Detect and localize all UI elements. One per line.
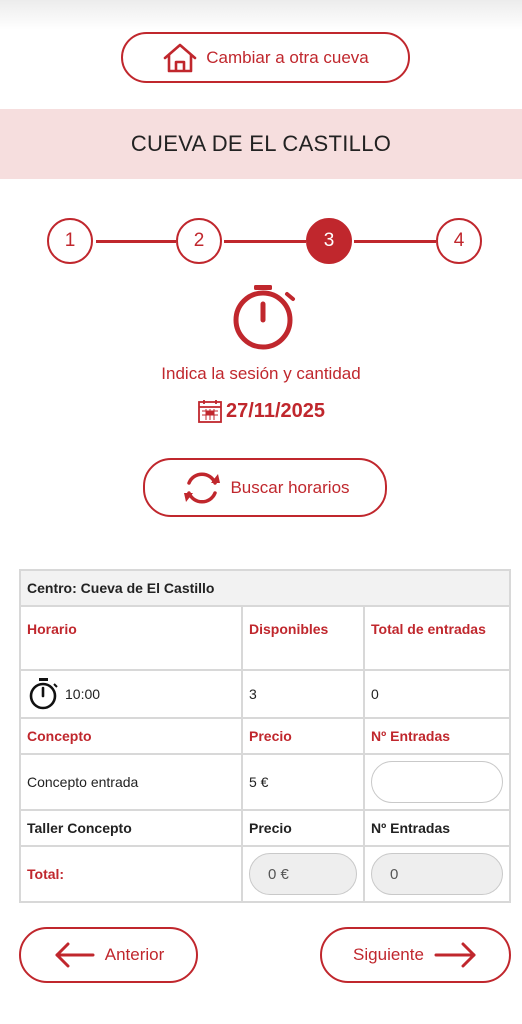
refresh-icon: [184, 472, 221, 503]
step-connector: [354, 240, 436, 243]
total-count-cell: 0: [363, 845, 511, 903]
instruction-text: Indica la sesión y cantidad: [161, 364, 361, 383]
step-connector: [224, 240, 306, 243]
search-times-label: Buscar horarios: [230, 477, 350, 497]
total-label: Total:: [19, 845, 243, 903]
workshop-col-name: Taller Concepto: [19, 809, 243, 847]
center-row: Centro: Cueva de El Castillo: [19, 569, 511, 607]
step-2: 2: [176, 218, 222, 264]
ticket-quantity-input[interactable]: [371, 761, 503, 803]
session-table: Centro: Cueva de El Castillo Horario Dis…: [19, 569, 511, 903]
concept-col-name: Concepto: [19, 717, 243, 755]
session-total: 0: [363, 669, 511, 719]
cave-title-band: CUEVA DE EL CASTILLO: [0, 109, 522, 179]
arrow-left-icon: [55, 942, 95, 968]
schedule-col-time: Horario: [19, 605, 243, 671]
step-connector: [96, 240, 176, 243]
concept-name: Concepto entrada: [19, 753, 243, 811]
selected-date[interactable]: 27/11/2025: [0, 398, 522, 424]
step-4: 4: [436, 218, 482, 264]
concept-header-row: Concepto Precio Nº Entradas: [19, 717, 511, 755]
schedule-row[interactable]: 10:00 3 0: [19, 669, 511, 719]
total-price-field: 0 €: [249, 853, 357, 895]
date-value: 27/11/2025: [226, 399, 325, 422]
concept-col-price: Precio: [241, 717, 365, 755]
next-button[interactable]: Siguiente: [320, 927, 511, 983]
workshop-col-qty: Nº Entradas: [363, 809, 511, 847]
total-price-cell: 0 €: [241, 845, 365, 903]
concept-qty-cell: [363, 753, 511, 811]
session-time-cell[interactable]: 10:00: [19, 669, 243, 719]
concept-row: Concepto entrada 5 €: [19, 753, 511, 811]
search-times-button[interactable]: Buscar horarios: [143, 458, 387, 517]
workshop-header-row: Taller Concepto Precio Nº Entradas: [19, 809, 511, 847]
change-cave-button[interactable]: Cambiar a otra cueva: [121, 32, 410, 83]
next-label: Siguiente: [353, 945, 424, 964]
change-cave-label: Cambiar a otra cueva: [206, 47, 369, 67]
total-row: Total: 0 € 0: [19, 845, 511, 903]
total-count-field: 0: [371, 853, 503, 895]
stopwatch-icon: [233, 285, 295, 350]
schedule-col-available: Disponibles: [241, 605, 365, 671]
concept-col-qty: Nº Entradas: [363, 717, 511, 755]
previous-button[interactable]: Anterior: [19, 927, 198, 983]
concept-price: 5 €: [241, 753, 365, 811]
schedule-col-total: Total de entradas: [363, 605, 511, 671]
stopwatch-icon: [29, 678, 58, 710]
step-3-current: 3: [306, 218, 352, 264]
cave-title: CUEVA DE EL CASTILLO: [130, 131, 392, 156]
calendar-icon: [198, 400, 222, 423]
session-available: 3: [241, 669, 365, 719]
previous-label: Anterior: [104, 945, 165, 964]
schedule-header-row: Horario Disponibles Total de entradas: [19, 605, 511, 671]
arrow-right-icon: [434, 942, 476, 968]
center-name: Centro: Cueva de El Castillo: [19, 569, 511, 607]
workshop-col-price: Precio: [241, 809, 365, 847]
top-fade: [0, 0, 522, 30]
step-1: 1: [47, 218, 93, 264]
step-indicator: 1 2 3 4: [0, 215, 522, 269]
session-time: 10:00: [65, 686, 101, 702]
house-icon: [163, 43, 197, 72]
